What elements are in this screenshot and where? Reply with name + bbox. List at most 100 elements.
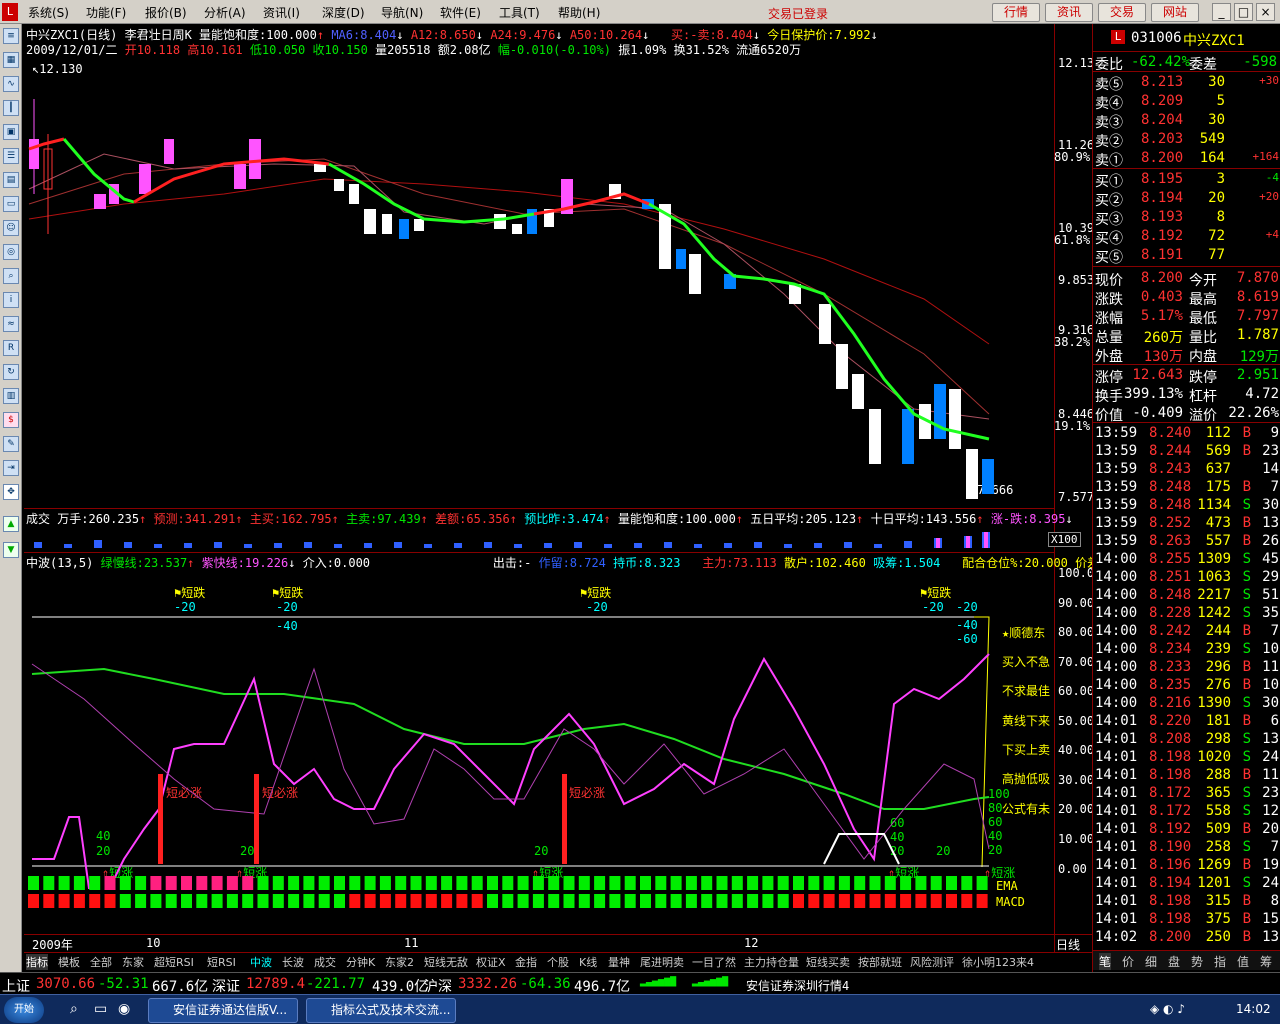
quote-list-icon[interactable]: ≡: [3, 28, 19, 44]
candlestick-chart[interactable]: [24, 54, 1054, 514]
indicator-tab[interactable]: 量神: [608, 954, 630, 970]
indicator-tab[interactable]: 尾进明卖: [640, 954, 684, 970]
indicator-tab[interactable]: 个股: [547, 954, 569, 970]
tools-icon[interactable]: ✎: [3, 436, 19, 452]
minimize-icon[interactable]: _: [1212, 3, 1231, 21]
indicator-tab[interactable]: 东家2: [385, 954, 414, 970]
indicator-tab[interactable]: K线: [579, 954, 597, 970]
price-tick: 12.13: [1058, 56, 1095, 70]
side-tab[interactable]: 笔: [1099, 953, 1112, 970]
bid-row[interactable]: 买② 8.194 20 +20: [1093, 189, 1280, 209]
time-period[interactable]: 日线: [1056, 936, 1080, 953]
bid-row[interactable]: 买⑤ 8.191 77: [1093, 246, 1280, 266]
refresh-icon[interactable]: ↻: [3, 364, 19, 380]
line-chart-icon[interactable]: ∿: [3, 76, 19, 92]
indicator-tab[interactable]: 超短RSI: [154, 954, 194, 970]
users-icon[interactable]: ☺: [3, 220, 19, 236]
dollar-icon[interactable]: $: [3, 412, 19, 428]
menu-analysis[interactable]: 分析(A): [204, 4, 246, 21]
news-button[interactable]: 资讯: [1045, 3, 1093, 22]
wave-icon[interactable]: ≈: [3, 316, 19, 332]
side-tab[interactable]: 势: [1191, 953, 1203, 970]
maximize-icon[interactable]: □: [1234, 3, 1253, 21]
bid-row[interactable]: 买④ 8.192 72 +4: [1093, 227, 1280, 247]
macd-square: [532, 894, 544, 908]
search-icon[interactable]: ⌕: [70, 1001, 78, 1017]
indicator-tab[interactable]: 东家: [122, 954, 144, 970]
macd-square: [869, 894, 881, 908]
info-icon[interactable]: i: [3, 292, 19, 308]
indicator-tab[interactable]: 一目了然: [692, 954, 736, 970]
bid-row[interactable]: 买③ 8.193 8: [1093, 208, 1280, 228]
side-tab[interactable]: 值: [1237, 953, 1249, 970]
ask-row[interactable]: 卖③ 8.204 30: [1093, 111, 1280, 131]
kline-icon[interactable]: ┃: [3, 100, 19, 116]
menu-quote[interactable]: 报价(B): [145, 4, 187, 21]
indicator-tab[interactable]: 短RSI: [207, 954, 236, 970]
menu-tools[interactable]: 工具(T): [499, 4, 540, 21]
indicator-tab[interactable]: 主力持仓量: [744, 954, 799, 970]
indicator-tab[interactable]: 短线无敌: [424, 954, 468, 970]
green-slow-line: [31, 667, 990, 810]
arrow-down-icon[interactable]: ▼: [3, 542, 19, 558]
stat-row: 现价 8.200 今开 7.870: [1095, 270, 1279, 289]
indicator-tab[interactable]: 全部: [90, 954, 112, 970]
news-icon[interactable]: ◎: [3, 244, 19, 260]
macd-square: [517, 894, 529, 908]
bid-row[interactable]: 买① 8.195 3 -4: [1093, 170, 1280, 190]
menu-depth[interactable]: 深度(D): [322, 4, 365, 21]
task-tdx[interactable]: 安信证券通达信版V...: [148, 998, 298, 1023]
move-icon[interactable]: ✥: [3, 484, 19, 500]
list-icon[interactable]: ☰: [3, 148, 19, 164]
side-tab[interactable]: 价: [1122, 953, 1134, 970]
window-icon[interactable]: ▣: [3, 124, 19, 140]
export-icon[interactable]: ⇥: [3, 460, 19, 476]
indicator-tab[interactable]: 徐小明123来4: [962, 954, 1034, 970]
indicator-tab[interactable]: 指标: [26, 954, 48, 970]
data-source[interactable]: 安信证券深圳行情4: [746, 977, 849, 994]
quote-button[interactable]: 行情: [992, 3, 1040, 22]
indicator-tab[interactable]: 分钟K: [346, 954, 375, 970]
indicator-tab[interactable]: 中波: [250, 954, 272, 970]
tray-icons[interactable]: ◈ ◐ ♪: [1150, 1002, 1185, 1016]
arrow-up-icon[interactable]: ▲: [3, 516, 19, 532]
browser-icon[interactable]: ◉: [118, 1001, 130, 1017]
side-tab[interactable]: 盘: [1168, 953, 1180, 970]
menu-news[interactable]: 资讯(I): [263, 4, 300, 21]
ask-row[interactable]: 卖① 8.200 164 +164: [1093, 149, 1280, 169]
indicator-tab[interactable]: 短线买卖: [806, 954, 850, 970]
menu-navigate[interactable]: 导航(N): [381, 4, 423, 21]
indicator-tab[interactable]: 成交: [314, 954, 336, 970]
indicator-tab[interactable]: 权证X: [476, 954, 506, 970]
rsi-icon[interactable]: R: [3, 340, 19, 356]
website-button[interactable]: 网站: [1151, 3, 1199, 22]
start-button[interactable]: 开始: [4, 997, 44, 1023]
side-tab[interactable]: 细: [1145, 953, 1157, 970]
chart-area[interactable]: 中兴ZXC1(日线) 李君壮日周K 量能饱和度:100.000↑ MA6:8.4…: [24, 24, 1143, 953]
indicator-tab[interactable]: 风险测评: [910, 954, 954, 970]
close-icon[interactable]: ×: [1256, 3, 1275, 21]
table-icon[interactable]: ▦: [3, 52, 19, 68]
menu-system[interactable]: 系统(S): [28, 4, 69, 21]
ask-row[interactable]: 卖⑤ 8.213 30 +30: [1093, 73, 1280, 93]
ask-row[interactable]: 卖④ 8.209 5: [1093, 92, 1280, 112]
indicator-tab[interactable]: 按部就班: [858, 954, 902, 970]
search-icon[interactable]: ⌕: [3, 268, 19, 284]
desktop-icon[interactable]: ▭: [94, 1001, 107, 1017]
chart-icon[interactable]: ▥: [3, 388, 19, 404]
menu-software[interactable]: 软件(E): [440, 4, 481, 21]
menu-help[interactable]: 帮助(H): [558, 4, 600, 21]
grid-icon[interactable]: ▤: [3, 172, 19, 188]
task-forum[interactable]: 指标公式及技术交流...: [306, 998, 456, 1023]
side-tab[interactable]: 指: [1214, 953, 1226, 970]
indicator-tab[interactable]: 模板: [58, 954, 80, 970]
trade-button[interactable]: 交易: [1098, 3, 1146, 22]
folder-icon[interactable]: ▭: [3, 196, 19, 212]
indicator-chart[interactable]: [24, 569, 1054, 889]
macd-square: [838, 894, 850, 908]
ask-row[interactable]: 卖② 8.203 549: [1093, 130, 1280, 150]
indicator-tab[interactable]: 长波: [282, 954, 304, 970]
indicator-tab[interactable]: 金指: [515, 954, 537, 970]
menu-function[interactable]: 功能(F): [86, 4, 126, 21]
side-tab[interactable]: 筹: [1260, 953, 1272, 970]
